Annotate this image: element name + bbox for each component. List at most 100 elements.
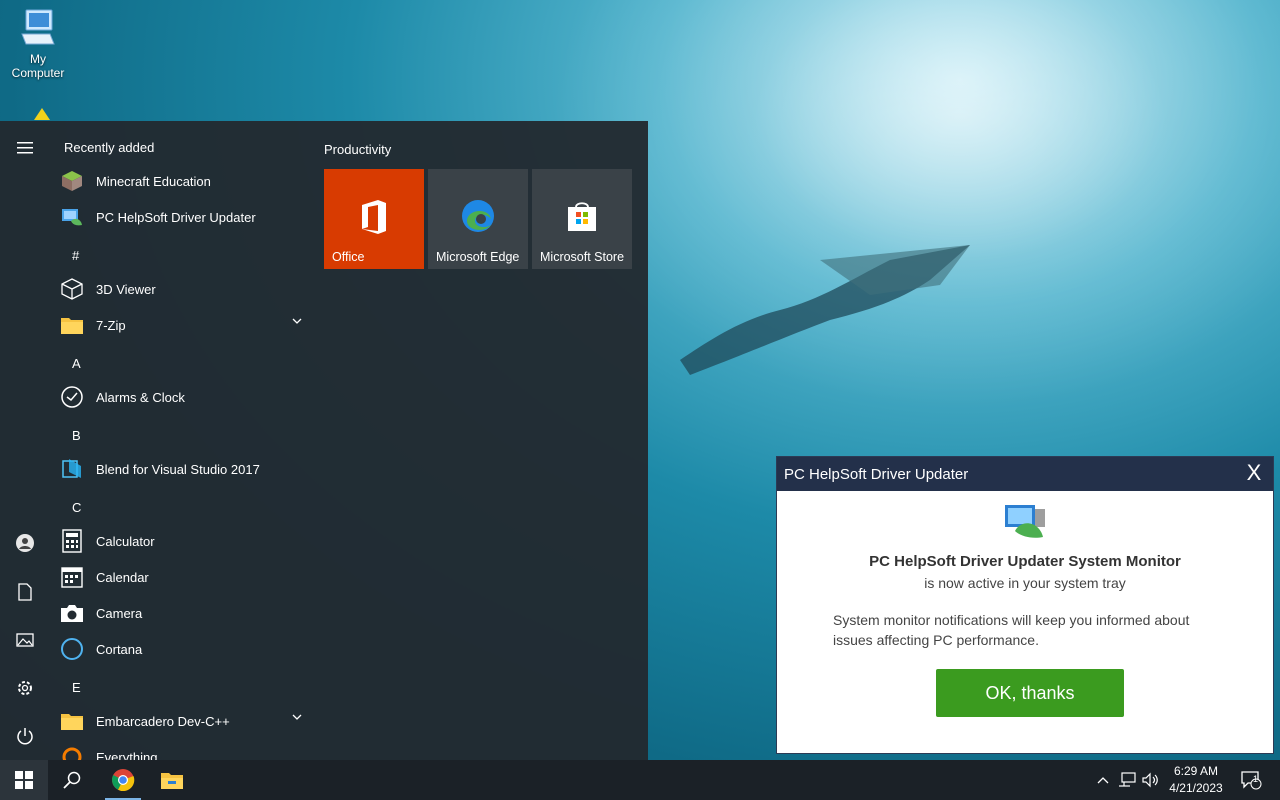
blend-icon: [60, 457, 84, 481]
computer-icon: [21, 9, 55, 45]
app-label: Calendar: [96, 569, 149, 585]
notification-title: PC HelpSoft Driver Updater: [784, 465, 969, 483]
tiles-area: Productivity Office Microsoft Edge Micro…: [312, 121, 648, 760]
recently-added-header: Recently added: [64, 140, 155, 155]
notification-count: 1: [1253, 774, 1259, 784]
tile-label: Microsoft Edge: [436, 250, 520, 264]
app-list: Recently added Minecraft Education PC He…: [50, 121, 312, 760]
user-button[interactable]: [0, 523, 50, 563]
app-item-everything[interactable]: Everything: [60, 739, 310, 760]
taskbar-file-explorer[interactable]: [148, 760, 196, 800]
notification-titlebar: PC HelpSoft Driver Updater: [777, 457, 1273, 491]
volume-tray[interactable]: [1140, 760, 1162, 800]
edge-icon: [428, 199, 528, 233]
file-explorer-icon: [161, 773, 183, 789]
app-item-embarcadero-dev-cpp[interactable]: Embarcadero Dev-C++: [60, 703, 310, 739]
document-icon: [18, 583, 32, 601]
everything-icon: [60, 745, 84, 760]
chevron-up-icon: [1097, 777, 1109, 784]
settings-button[interactable]: [0, 668, 50, 708]
store-icon: [532, 199, 632, 233]
notifications-icon: [1241, 771, 1262, 790]
folder-icon: [60, 709, 84, 733]
tile-office[interactable]: Office: [324, 169, 424, 269]
app-label: Alarms & Clock: [96, 389, 185, 405]
notification-subheading: is now active in your system tray: [924, 575, 1126, 591]
warning-icon: [34, 108, 50, 120]
tray-overflow[interactable]: [1092, 760, 1114, 800]
app-label: 3D Viewer: [96, 281, 156, 297]
settings-icon: [18, 681, 32, 695]
camera-icon: [60, 601, 84, 625]
app-item-3d-viewer[interactable]: 3D Viewer: [60, 271, 310, 307]
group-letter-b[interactable]: B: [72, 428, 81, 443]
app-item-pc-helpsoft-driver-updater[interactable]: PC HelpSoft Driver Updater: [60, 199, 310, 235]
cortana-icon: [60, 637, 84, 661]
tile-microsoft-edge[interactable]: Microsoft Edge: [428, 169, 528, 269]
close-button[interactable]: X: [1243, 462, 1265, 484]
cube-icon: [60, 277, 84, 301]
folder-icon: [60, 313, 84, 337]
pictures-button[interactable]: [0, 620, 50, 660]
group-letter-a[interactable]: A: [72, 356, 81, 371]
app-label: Camera: [96, 605, 143, 621]
network-tray[interactable]: [1116, 760, 1138, 800]
notification-description: System monitor notifications will keep y…: [833, 612, 1190, 648]
app-item-alarms-clock[interactable]: Alarms & Clock: [60, 379, 310, 415]
app-label: Embarcadero Dev-C++: [96, 713, 230, 729]
app-label: Everything: [96, 749, 158, 761]
driver-updater-notification: PC HelpSoft Driver Updater X PC HelpSoft…: [776, 456, 1274, 754]
tile-label: Office: [332, 250, 365, 264]
driver-updater-icon: [1001, 501, 1049, 546]
ok-thanks-button[interactable]: OK, thanks: [936, 669, 1124, 717]
app-label: 7-Zip: [96, 317, 126, 333]
group-letter-c[interactable]: C: [72, 500, 81, 515]
chrome-icon: [112, 769, 135, 792]
clock-time: 6:29 AM: [1173, 764, 1219, 778]
group-letter-e[interactable]: E: [72, 680, 81, 695]
app-item-blend[interactable]: Blend for Visual Studio 2017: [60, 451, 310, 487]
documents-button[interactable]: [0, 572, 50, 612]
wallpaper-diver: [680, 245, 970, 375]
clock-date: 4/21/2023: [1169, 781, 1223, 795]
clock[interactable]: 6:29 AM 4/21/2023: [1162, 763, 1230, 797]
network-icon: [1119, 772, 1136, 787]
tile-label: Microsoft Store: [540, 250, 625, 264]
office-icon: [324, 199, 424, 235]
app-item-7-zip[interactable]: 7-Zip: [60, 307, 310, 343]
tiles-group-header: Productivity: [324, 142, 392, 157]
power-button[interactable]: [0, 716, 50, 756]
taskbar: 6:29 AM 4/21/2023 1: [0, 760, 1280, 800]
search-button[interactable]: [48, 760, 96, 800]
app-item-calendar[interactable]: Calendar: [60, 559, 310, 595]
app-item-cortana[interactable]: Cortana: [60, 631, 310, 667]
app-label: Blend for Visual Studio 2017: [96, 461, 260, 477]
clock-icon: [60, 385, 84, 409]
app-item-calculator[interactable]: Calculator: [60, 523, 310, 559]
chevron-down-icon[interactable]: [292, 713, 302, 721]
desktop-icon-my-computer[interactable]: My Computer: [6, 8, 70, 80]
start-button[interactable]: [0, 760, 48, 800]
taskbar-chrome[interactable]: [99, 760, 147, 800]
app-label: Calculator: [96, 533, 155, 549]
hamburger-button[interactable]: [0, 128, 50, 168]
app-label: Minecraft Education: [96, 173, 211, 189]
calendar-icon: [60, 565, 84, 589]
app-item-minecraft-education[interactable]: Minecraft Education: [60, 163, 310, 199]
calculator-icon: [60, 529, 84, 553]
start-rail: [0, 121, 50, 760]
windows-start-icon: [15, 771, 33, 789]
driver-updater-icon: [60, 205, 84, 229]
chevron-down-icon[interactable]: [292, 317, 302, 325]
search-icon: [63, 771, 81, 789]
pictures-icon: [16, 633, 34, 647]
tile-microsoft-store[interactable]: Microsoft Store: [532, 169, 632, 269]
action-center-button[interactable]: 1: [1236, 760, 1266, 800]
volume-icon: [1142, 772, 1158, 788]
app-item-camera[interactable]: Camera: [60, 595, 310, 631]
power-icon: [17, 728, 33, 745]
hamburger-icon: [17, 142, 33, 154]
desktop-icon-label-1: My: [30, 52, 46, 66]
group-letter-hash[interactable]: #: [72, 248, 79, 263]
notification-heading: PC HelpSoft Driver Updater System Monito…: [869, 553, 1181, 570]
